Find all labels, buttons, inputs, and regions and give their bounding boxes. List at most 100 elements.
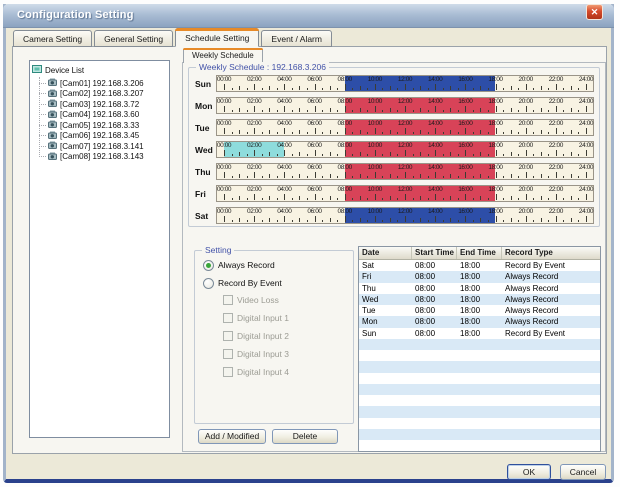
ruler-hour-label: 00:00 bbox=[217, 142, 231, 149]
table-cell: 18:00 bbox=[457, 283, 502, 294]
ruler-tick bbox=[450, 152, 451, 156]
ruler-tick bbox=[360, 174, 361, 178]
table-cell bbox=[359, 373, 412, 384]
ruler-tick bbox=[578, 176, 579, 178]
schedule-ruler-wed[interactable]: 00:0002:0004:0006:0008:0010:0012:0014:00… bbox=[216, 141, 594, 158]
screen: Configuration Setting ✕ Camera SettingGe… bbox=[0, 0, 620, 487]
tree-item-cam03[interactable]: [Cam03] 192.168.3.72 bbox=[39, 99, 167, 110]
tab-schedule-setting[interactable]: Schedule Setting bbox=[175, 28, 259, 47]
day-label: Tue bbox=[193, 123, 216, 133]
ruler-tick bbox=[435, 150, 436, 156]
table-row[interactable]: Mon08:0018:00Always Record bbox=[359, 316, 600, 327]
ruler-track: 00:0002:0004:0006:0008:0010:0012:0014:00… bbox=[224, 164, 586, 179]
tree-item-cam05[interactable]: [Cam05] 192.168.3.33 bbox=[39, 120, 167, 131]
tab-weekly-schedule[interactable]: Weekly Schedule bbox=[183, 48, 263, 63]
ruler-tick bbox=[548, 110, 549, 112]
table-cell: Tue bbox=[359, 305, 412, 316]
tree-connector bbox=[39, 83, 46, 84]
ruler-tick bbox=[541, 218, 542, 222]
ruler-tick bbox=[496, 216, 497, 222]
table-row[interactable]: Fri08:0018:00Always Record bbox=[359, 271, 600, 282]
ruler-tick bbox=[315, 216, 316, 222]
radio-record-by-event[interactable]: Record By Event bbox=[203, 277, 347, 289]
tab-camera-setting[interactable]: Camera Setting bbox=[13, 30, 92, 47]
ruler-tick bbox=[526, 150, 527, 156]
ruler-tick bbox=[262, 198, 263, 200]
ruler-track: 00:0002:0004:0006:0008:0010:0012:0014:00… bbox=[224, 98, 586, 113]
ruler-tick bbox=[247, 198, 248, 200]
table-row[interactable]: Thu08:0018:00Always Record bbox=[359, 283, 600, 294]
device-tree-root[interactable]: Device List bbox=[32, 64, 167, 77]
ruler-tick bbox=[239, 174, 240, 178]
schedule-ruler-sat[interactable]: 00:0002:0004:0006:0008:0010:0012:0014:00… bbox=[216, 207, 594, 224]
ruler-tick bbox=[571, 130, 572, 134]
ruler-tick bbox=[503, 132, 504, 134]
table-row[interactable]: Wed08:0018:00Always Record bbox=[359, 294, 600, 305]
close-button[interactable]: ✕ bbox=[586, 4, 603, 20]
ruler-hour-label: 10:00 bbox=[368, 98, 382, 105]
tree-item-cam01[interactable]: [Cam01] 192.168.3.206 bbox=[39, 78, 167, 89]
ruler-hour-label: 08:00 bbox=[338, 120, 352, 127]
tree-connector bbox=[39, 114, 46, 115]
camera-icon bbox=[48, 110, 58, 120]
ruler-tick bbox=[511, 196, 512, 200]
checkbox-label: Digital Input 3 bbox=[237, 349, 289, 360]
column-header-date[interactable]: Date bbox=[359, 247, 412, 259]
column-header-start-time[interactable]: Start Time bbox=[412, 247, 457, 259]
ruler-tick bbox=[299, 108, 300, 112]
ruler-tick bbox=[578, 198, 579, 200]
ruler-hour-label: 12:00 bbox=[398, 76, 412, 83]
ruler-tick bbox=[533, 198, 534, 200]
column-header-record-type[interactable]: Record Type bbox=[502, 247, 600, 259]
radio-always-record[interactable]: Always Record bbox=[203, 259, 347, 271]
add-modify-button[interactable]: Add / Modified bbox=[198, 429, 266, 444]
tree-item-cam07[interactable]: [Cam07] 192.168.3.141 bbox=[39, 141, 167, 152]
tree-item-cam08[interactable]: [Cam08] 192.168.3.143 bbox=[39, 152, 167, 163]
table-cell bbox=[457, 395, 502, 406]
table-row[interactable]: Sat08:0018:00Record By Event bbox=[359, 260, 600, 271]
device-list-icon bbox=[32, 64, 42, 77]
schedule-ruler-sun[interactable]: 00:0002:0004:0006:0008:0010:0012:0014:00… bbox=[216, 75, 594, 92]
ruler-tick bbox=[224, 84, 225, 90]
schedule-ruler-fri[interactable]: 00:0002:0004:0006:0008:0010:0012:0014:00… bbox=[216, 185, 594, 202]
table-cell: 08:00 bbox=[412, 305, 457, 316]
ruler-tick bbox=[315, 106, 316, 112]
ruler-tick bbox=[292, 198, 293, 200]
column-header-end-time[interactable]: End Time bbox=[457, 247, 502, 259]
ruler-tick bbox=[284, 128, 285, 134]
ruler-tick bbox=[458, 176, 459, 178]
ruler-tick bbox=[367, 220, 368, 222]
ruler-tick bbox=[345, 128, 346, 134]
tab-general-setting[interactable]: General Setting bbox=[94, 30, 173, 47]
ruler-tick bbox=[450, 218, 451, 222]
table-cell: Wed bbox=[359, 294, 412, 305]
ruler-tick bbox=[247, 154, 248, 156]
ruler-tick bbox=[586, 172, 587, 178]
ruler-tick bbox=[465, 84, 466, 90]
ruler-tick bbox=[292, 110, 293, 112]
ruler-tick bbox=[526, 216, 527, 222]
ok-button[interactable]: OK bbox=[507, 464, 551, 480]
tree-item-cam04[interactable]: [Cam04] 192.168.3.60 bbox=[39, 110, 167, 121]
schedule-ruler-thu[interactable]: 00:0002:0004:0006:0008:0010:0012:0014:00… bbox=[216, 163, 594, 180]
tab-event-alarm[interactable]: Event / Alarm bbox=[261, 30, 332, 47]
ruler-tick bbox=[465, 194, 466, 200]
ruler-tick bbox=[480, 86, 481, 90]
schedule-ruler-mon[interactable]: 00:0002:0004:0006:0008:0010:0012:0014:00… bbox=[216, 97, 594, 114]
table-row[interactable]: Tue08:0018:00Always Record bbox=[359, 305, 600, 316]
delete-button[interactable]: Delete bbox=[272, 429, 338, 444]
ruler-tick bbox=[586, 84, 587, 90]
tab-strip: Camera SettingGeneral SettingSchedule Se… bbox=[13, 28, 334, 47]
tree-item-cam02[interactable]: [Cam02] 192.168.3.207 bbox=[39, 89, 167, 100]
ruler-tick bbox=[518, 88, 519, 90]
tree-item-cam06[interactable]: [Cam06] 192.168.3.45 bbox=[39, 131, 167, 142]
ruler-tick bbox=[571, 218, 572, 222]
ruler-tick bbox=[563, 88, 564, 90]
ruler-tick bbox=[262, 110, 263, 112]
ruler-hour-label: 04:00 bbox=[277, 186, 291, 193]
table-cell: Always Record bbox=[502, 316, 600, 327]
schedule-ruler-tue[interactable]: 00:0002:0004:0006:0008:0010:0012:0014:00… bbox=[216, 119, 594, 136]
ruler-tick bbox=[307, 220, 308, 222]
table-row[interactable]: Sun08:0018:00Record By Event bbox=[359, 328, 600, 339]
cancel-button[interactable]: Cancel bbox=[560, 464, 606, 480]
